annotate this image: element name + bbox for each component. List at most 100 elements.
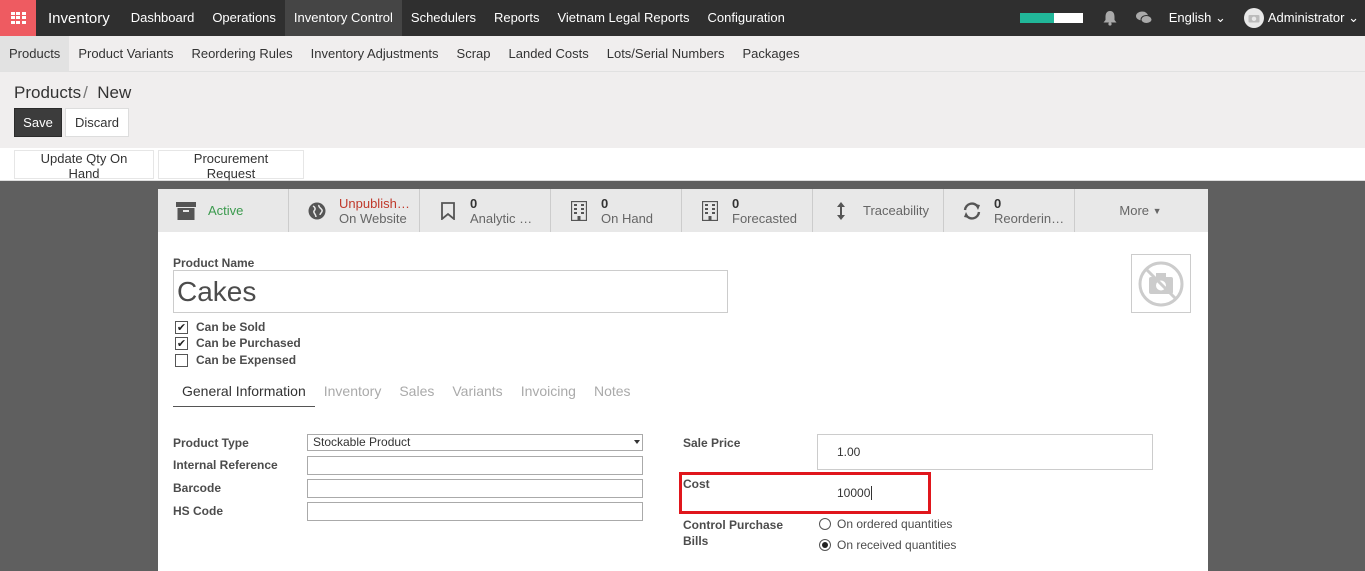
product-image[interactable]	[1131, 254, 1191, 313]
cost-label: Cost	[683, 477, 710, 491]
smart-buttons: Active Unpublish… On Website 0 Analytic … …	[158, 189, 1208, 232]
secondary-menu: Products Product Variants Reordering Rul…	[0, 36, 1365, 72]
building-icon	[698, 199, 722, 223]
can-be-expensed-checkbox[interactable]	[175, 353, 188, 367]
stat-on-hand[interactable]: 0 On Hand	[551, 189, 682, 232]
stat-reordering[interactable]: 0 Reorderin…	[944, 189, 1075, 232]
barcode-input[interactable]	[307, 479, 643, 498]
radio-ordered-quantities[interactable]: On ordered quantities	[819, 517, 952, 531]
caret-down-icon	[634, 440, 640, 444]
save-button[interactable]: Save	[14, 108, 62, 137]
cost-input[interactable]: 10000	[817, 475, 1153, 511]
globe-icon	[305, 199, 329, 223]
can-be-expensed-label: Can be Expensed	[196, 353, 297, 367]
bookmark-icon	[436, 199, 460, 223]
avatar[interactable]	[1243, 8, 1264, 28]
stat-website[interactable]: Unpublish… On Website	[289, 189, 420, 232]
sale-price-input[interactable]: 1.00	[817, 434, 1153, 470]
checkmark-icon: ✔	[176, 321, 187, 334]
tab-invoicing[interactable]: Invoicing	[512, 379, 585, 407]
can-be-sold-label: Can be Sold	[196, 320, 266, 334]
breadcrumb-separator: /	[83, 83, 88, 102]
tab-inventory[interactable]: Inventory	[315, 379, 391, 407]
arrows-vertical-icon	[829, 199, 853, 223]
menu-inventory-control[interactable]: Inventory Control	[284, 0, 402, 36]
tab-variants[interactable]: Variants	[443, 379, 511, 407]
submenu-packages[interactable]: Packages	[734, 36, 809, 71]
refresh-icon	[960, 199, 984, 223]
submenu-lots-serial-numbers[interactable]: Lots/Serial Numbers	[598, 36, 734, 71]
radio-received-quantities[interactable]: On received quantities	[819, 538, 956, 552]
language-selector[interactable]: English ⌄	[1169, 10, 1226, 26]
product-name-label: Product Name	[173, 256, 255, 270]
caret-down-icon: ▼	[1152, 205, 1162, 216]
user-menu[interactable]: Administrator ⌄	[1268, 10, 1359, 26]
menu-reports[interactable]: Reports	[485, 0, 549, 36]
submenu-reordering-rules[interactable]: Reordering Rules	[182, 36, 301, 71]
app-name[interactable]: Inventory	[36, 10, 122, 27]
no-camera-icon	[1138, 261, 1184, 306]
progress-fill	[1019, 13, 1055, 23]
apps-menu-button[interactable]	[0, 0, 36, 36]
sale-price-label: Sale Price	[683, 436, 741, 450]
apps-grid-icon	[10, 11, 26, 25]
stat-forecasted[interactable]: 0 Forecasted	[682, 189, 813, 232]
form-header: Update Qty On Hand Procurement Request	[0, 148, 1365, 181]
more-button[interactable]: More ▼	[1075, 189, 1206, 232]
can-be-sold-checkbox[interactable]: ✔	[175, 320, 188, 334]
menu-schedulers[interactable]: Schedulers	[402, 0, 485, 36]
menu-configuration[interactable]: Configuration	[699, 0, 794, 36]
stat-traceability[interactable]: Traceability	[813, 189, 944, 232]
camera-icon	[1248, 15, 1260, 23]
hs-code-label: HS Code	[173, 504, 224, 518]
top-menu: Dashboard Operations Inventory Control S…	[122, 0, 794, 36]
text-cursor	[871, 486, 873, 500]
checkmark-icon: ✔	[176, 337, 187, 350]
tab-general-information[interactable]: General Information	[173, 379, 315, 407]
submenu-scrap[interactable]: Scrap	[448, 36, 500, 71]
product-type-label: Product Type	[173, 436, 249, 450]
can-be-sold-row[interactable]: ✔ Can be Sold	[175, 320, 265, 334]
internal-reference-label: Internal Reference	[173, 458, 278, 472]
submenu-products[interactable]: Products	[0, 36, 70, 71]
submenu-inventory-adjustments[interactable]: Inventory Adjustments	[302, 36, 448, 71]
stat-active[interactable]: Active	[158, 189, 289, 232]
menu-vietnam-legal-reports[interactable]: Vietnam Legal Reports	[548, 0, 698, 36]
stat-analytic[interactable]: 0 Analytic …	[420, 189, 551, 232]
tab-notes[interactable]: Notes	[585, 379, 640, 407]
archive-icon	[174, 199, 198, 223]
tab-sales[interactable]: Sales	[390, 379, 443, 407]
chat-icon[interactable]	[1135, 10, 1153, 26]
top-navbar: Inventory Dashboard Operations Inventory…	[0, 0, 1365, 36]
discard-button[interactable]: Discard	[65, 108, 129, 137]
internal-reference-input[interactable]	[307, 456, 643, 475]
top-right-area: English ⌄ Administrator ⌄	[1019, 0, 1365, 36]
submenu-landed-costs[interactable]: Landed Costs	[500, 36, 598, 71]
update-qty-on-hand-button[interactable]: Update Qty On Hand	[14, 150, 154, 181]
can-be-purchased-label: Can be Purchased	[196, 336, 301, 350]
can-be-expensed-row[interactable]: Can be Expensed	[175, 353, 296, 367]
breadcrumb: Products / New	[14, 83, 131, 103]
control-purchase-bills-label: Control Purchase Bills	[683, 518, 784, 548]
submenu-product-variants[interactable]: Product Variants	[69, 36, 182, 71]
menu-operations[interactable]: Operations	[203, 0, 285, 36]
breadcrumb-parent[interactable]: Products	[14, 83, 81, 102]
menu-dashboard[interactable]: Dashboard	[122, 0, 204, 36]
procurement-request-button[interactable]: Procurement Request	[158, 150, 304, 181]
radio-button[interactable]	[819, 518, 831, 530]
bell-icon[interactable]	[1101, 10, 1119, 26]
hs-code-input[interactable]	[307, 502, 643, 521]
control-panel: Products / New Save Discard	[0, 72, 1365, 148]
chevron-down-icon: ⌄	[1348, 10, 1359, 25]
chevron-down-icon: ⌄	[1214, 10, 1226, 25]
building-icon	[567, 199, 591, 223]
barcode-label: Barcode	[173, 481, 222, 495]
product-name-input[interactable]	[173, 270, 728, 313]
breadcrumb-current: New	[97, 83, 132, 102]
progress-bar[interactable]	[1019, 13, 1083, 23]
radio-button[interactable]	[819, 539, 831, 551]
form-sheet: Active Unpublish… On Website 0 Analytic … …	[158, 189, 1208, 571]
can-be-purchased-row[interactable]: ✔ Can be Purchased	[175, 336, 301, 350]
product-type-select[interactable]: Stockable Product	[307, 434, 643, 451]
can-be-purchased-checkbox[interactable]: ✔	[175, 336, 188, 350]
